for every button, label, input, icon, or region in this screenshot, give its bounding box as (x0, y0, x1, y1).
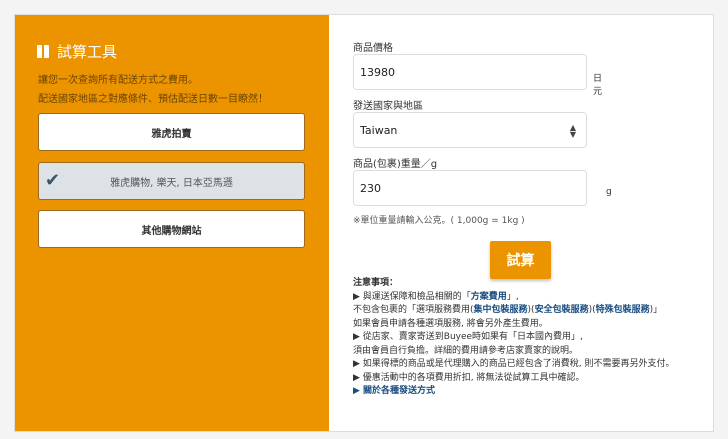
option-yahoo-auction[interactable]: 雅虎拍賣 (38, 113, 305, 151)
special-packing-link[interactable]: 特殊包裝服務 (596, 305, 650, 315)
notes: 注意事項： ▶ 與運送保障和檢品相關的「方案費用」, 不包含包裹的「選項服務費用… (353, 277, 675, 399)
note-line: 須由會員自行負擔。詳細的費用請參考店家賣家的說明。 (353, 345, 579, 356)
note-line: ▶ 從店家、賣家寄送到Buyee時如果有「日本國內費用」, (353, 332, 583, 342)
book-icon (37, 45, 49, 58)
price-value: 13980 (360, 65, 395, 79)
safe-packing-link[interactable]: 安全包裝服務 (535, 305, 589, 315)
calculate-button[interactable]: 試算 (490, 241, 551, 279)
option-yahoo-shopping-rakuten-amazon[interactable]: ✔ 雅虎購物, 樂天, 日本亞馬遜 (38, 162, 305, 200)
weight-label: 商品(包裹)重量／g (353, 159, 438, 170)
note-line: ▶ 優惠活動中的各項費用折扣, 將無法從試算工具中確認。 (353, 372, 585, 383)
notes-heading: 注意事項： (353, 278, 399, 288)
note-text: ▶ 與運送保障和檢品相關的「 (353, 291, 471, 302)
shipping-methods-link[interactable]: ▶ 關於各種發送方式 (353, 386, 435, 396)
checkmark-icon: ✔ (45, 170, 61, 191)
note-text: )」 (649, 305, 663, 315)
note-text: )( (527, 305, 535, 315)
option-other-sites[interactable]: 其他購物網站 (38, 210, 305, 248)
option-label: 雅虎拍賣 (151, 128, 192, 140)
price-unit: 日元 (593, 74, 603, 97)
weight-value: 230 (360, 181, 381, 195)
calculator-card: 試算工具 讓您一次查詢所有配送方式之費用。 配送國家地區之對應條件、預估配送日數… (14, 14, 714, 432)
option-label: 雅虎購物, 樂天, 日本亞馬遜 (110, 177, 233, 189)
weight-input[interactable]: 230 (353, 170, 587, 206)
tool-title: 試算工具 (37, 41, 117, 62)
note-line: ▶ 如果得標的商品或是代理購入的商品已經包含了消費稅, 則不需要再另外支付。 (353, 359, 675, 369)
weight-unit: g (606, 187, 612, 197)
weight-hint: ※單位重量請輸入公克。( 1,000g = 1kg ) (353, 216, 525, 226)
tool-title-text: 試算工具 (57, 43, 118, 61)
option-label: 其他購物網站 (141, 225, 202, 237)
note-text: 」, (506, 291, 519, 302)
note-text: )( (588, 305, 596, 315)
plan-fee-link[interactable]: 方案費用 (471, 292, 507, 302)
country-value: Taiwan (360, 123, 398, 137)
country-label: 發送國家與地區 (353, 101, 423, 112)
note-line: 如果會員申請各種選項服務, 將會另外產生費用。 (353, 318, 548, 329)
price-input[interactable]: 13980 (353, 54, 587, 90)
tool-desc-2: 配送國家地區之對應條件、預估配送日數一目瞭然！ (38, 94, 268, 105)
select-arrows-icon: ▲ ▼ (569, 123, 576, 139)
price-label: 商品價格 (353, 43, 393, 54)
tool-desc-1: 讓您一次查詢所有配送方式之費用。 (38, 75, 198, 86)
tool-panel: 試算工具 讓您一次查詢所有配送方式之費用。 配送國家地區之對應條件、預估配送日數… (15, 15, 329, 431)
note-text: 不包含包裹的「選項服務費用( (353, 305, 474, 315)
country-select[interactable]: Taiwan ▲ ▼ (353, 112, 587, 148)
consolidation-link[interactable]: 集中包裝服務 (474, 305, 528, 315)
